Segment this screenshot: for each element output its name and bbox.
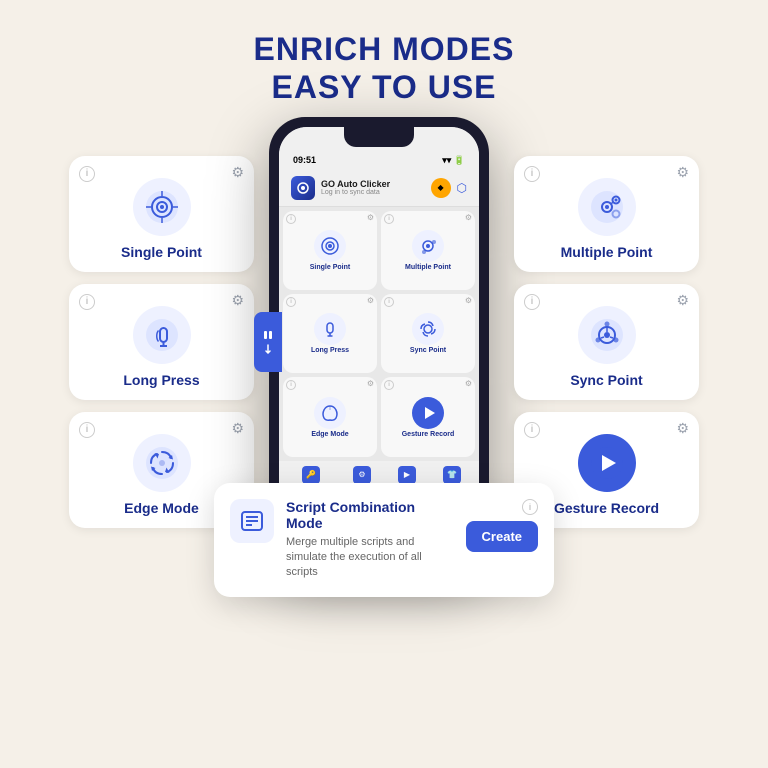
cell-gesture-record[interactable]: i ⚙ Gesture Record bbox=[381, 377, 475, 456]
time-display: 09:51 bbox=[293, 155, 316, 165]
pause-button[interactable] bbox=[254, 312, 282, 372]
cell-gear-gesture: ⚙ bbox=[465, 379, 472, 388]
edge-mode-label: Edge Mode bbox=[124, 500, 199, 516]
cell-multiple-point[interactable]: i ⚙ Multiple Point bbox=[381, 211, 475, 290]
card-single-point[interactable]: i ⚙ Single Point bbox=[69, 156, 254, 272]
cell-label-multi: Multiple Point bbox=[405, 264, 451, 271]
cell-sync-point[interactable]: i ⚙ Sync Point bbox=[381, 294, 475, 373]
gear-icon-single[interactable]: ⚙ bbox=[231, 164, 244, 181]
app-name-area: GO Auto Clicker Log in to sync data bbox=[321, 179, 390, 196]
single-point-icon bbox=[133, 178, 191, 236]
popup-card: Script Combination Mode Merge multiple s… bbox=[214, 483, 554, 597]
cell-gear-edge: ⚙ bbox=[367, 379, 374, 388]
info-icon-longpress[interactable]: i bbox=[79, 294, 95, 310]
multiple-point-icon bbox=[578, 178, 636, 236]
cell-label-gesture: Gesture Record bbox=[402, 431, 455, 438]
tutorial-icon: ▶ bbox=[398, 466, 416, 484]
cell-label-sync: Sync Point bbox=[410, 347, 446, 354]
info-icon-edge[interactable]: i bbox=[79, 422, 95, 438]
gear-icon-gesture[interactable]: ⚙ bbox=[676, 420, 689, 437]
themes-icon: 👕 bbox=[443, 466, 461, 484]
cell-gear-single: ⚙ bbox=[367, 213, 374, 222]
app-subtitle: Log in to sync data bbox=[321, 189, 390, 196]
app-logo bbox=[291, 176, 315, 200]
popup-text: Script Combination Mode Merge multiple s… bbox=[286, 499, 454, 581]
cell-gear-multi: ⚙ bbox=[465, 213, 472, 222]
popup-actions: i Create bbox=[466, 499, 538, 552]
card-sync-point[interactable]: i ⚙ Sync Point bbox=[514, 284, 699, 400]
phone-mockup: 09:51 ▾▾ 🔋 GO Auto Clicker Log in to syn… bbox=[269, 117, 499, 567]
headline-line2: EASY TO USE bbox=[254, 68, 515, 106]
app-title: GO Auto Clicker bbox=[321, 179, 390, 189]
sync-point-icon bbox=[578, 306, 636, 364]
long-press-label: Long Press bbox=[123, 372, 199, 388]
popup-title: Script Combination Mode bbox=[286, 499, 454, 531]
left-cards: i ⚙ Single Point i ⚙ bbox=[69, 156, 254, 528]
info-icon-single[interactable]: i bbox=[79, 166, 95, 182]
cell-icon-gesture bbox=[412, 397, 444, 429]
cell-long-press[interactable]: i ⚙ Long Press bbox=[283, 294, 377, 373]
info-icon-multi[interactable]: i bbox=[524, 166, 540, 182]
cell-gear-lp: ⚙ bbox=[367, 296, 374, 305]
cell-info-edge: i bbox=[286, 380, 296, 390]
phone-notch bbox=[344, 127, 414, 147]
edge-mode-icon bbox=[133, 434, 191, 492]
gesture-record-label: Gesture Record bbox=[554, 500, 659, 516]
cell-icon-multi bbox=[412, 230, 444, 262]
app-logo-area: GO Auto Clicker Log in to sync data bbox=[291, 176, 390, 200]
cell-info-sync: i bbox=[384, 297, 394, 307]
permissions-icon: 🔑 bbox=[302, 466, 320, 484]
card-long-press[interactable]: i ⚙ Long Press bbox=[69, 284, 254, 400]
header-icons: ◆ ⬡ bbox=[431, 178, 467, 198]
multiple-point-label: Multiple Point bbox=[561, 244, 653, 260]
share-icon[interactable]: ⬡ bbox=[457, 181, 467, 198]
cell-label-single: Single Point bbox=[310, 264, 350, 271]
cell-icon-lp bbox=[314, 313, 346, 345]
gear-icon-multi[interactable]: ⚙ bbox=[676, 164, 689, 181]
gear-icon-longpress[interactable]: ⚙ bbox=[231, 292, 244, 309]
cell-label-edge: Edge Mode bbox=[311, 431, 348, 438]
app-header: GO Auto Clicker Log in to sync data ◆ ⬡ bbox=[279, 172, 479, 207]
page-header: ENRICH MODES EASY TO USE bbox=[254, 0, 515, 107]
gesture-record-icon bbox=[578, 434, 636, 492]
gear-icon-sync[interactable]: ⚙ bbox=[676, 292, 689, 309]
cell-icon-single bbox=[314, 230, 346, 262]
modes-grid: i ⚙ Single Point i ⚙ Mul bbox=[279, 207, 479, 461]
cell-icon-edge bbox=[314, 397, 346, 429]
cell-info-lp: i bbox=[286, 297, 296, 307]
gear-icon-edge[interactable]: ⚙ bbox=[231, 420, 244, 437]
cell-gear-sync: ⚙ bbox=[465, 296, 472, 305]
info-icon-gesture[interactable]: i bbox=[524, 422, 540, 438]
cell-info-multi: i bbox=[384, 214, 394, 224]
cell-edge-mode[interactable]: i ⚙ Edge Mode bbox=[283, 377, 377, 456]
right-cards: i ⚙ Multiple Point i ⚙ bbox=[514, 156, 699, 528]
long-press-icon bbox=[133, 306, 191, 364]
sync-point-label: Sync Point bbox=[570, 372, 642, 388]
cell-info-gesture: i bbox=[384, 380, 394, 390]
single-point-label: Single Point bbox=[121, 244, 202, 260]
create-button[interactable]: Create bbox=[466, 521, 538, 552]
signal-icons: ▾▾ 🔋 bbox=[442, 155, 465, 166]
cell-icon-sync bbox=[412, 313, 444, 345]
cell-single-point[interactable]: i ⚙ Single Point bbox=[283, 211, 377, 290]
info-icon-sync[interactable]: i bbox=[524, 294, 540, 310]
popup-script-icon bbox=[230, 499, 274, 543]
settings-icon: ⚙ bbox=[353, 466, 371, 484]
diamond-icon[interactable]: ◆ bbox=[431, 178, 451, 198]
popup-description: Merge multiple scripts and simulate the … bbox=[286, 535, 454, 581]
main-layout: i ⚙ Single Point i ⚙ bbox=[0, 117, 768, 567]
headline-line1: ENRICH MODES bbox=[254, 30, 515, 68]
card-multiple-point[interactable]: i ⚙ Multiple Point bbox=[514, 156, 699, 272]
cell-label-lp: Long Press bbox=[311, 347, 349, 354]
cell-info-single: i bbox=[286, 214, 296, 224]
popup-info-icon[interactable]: i bbox=[522, 499, 538, 515]
